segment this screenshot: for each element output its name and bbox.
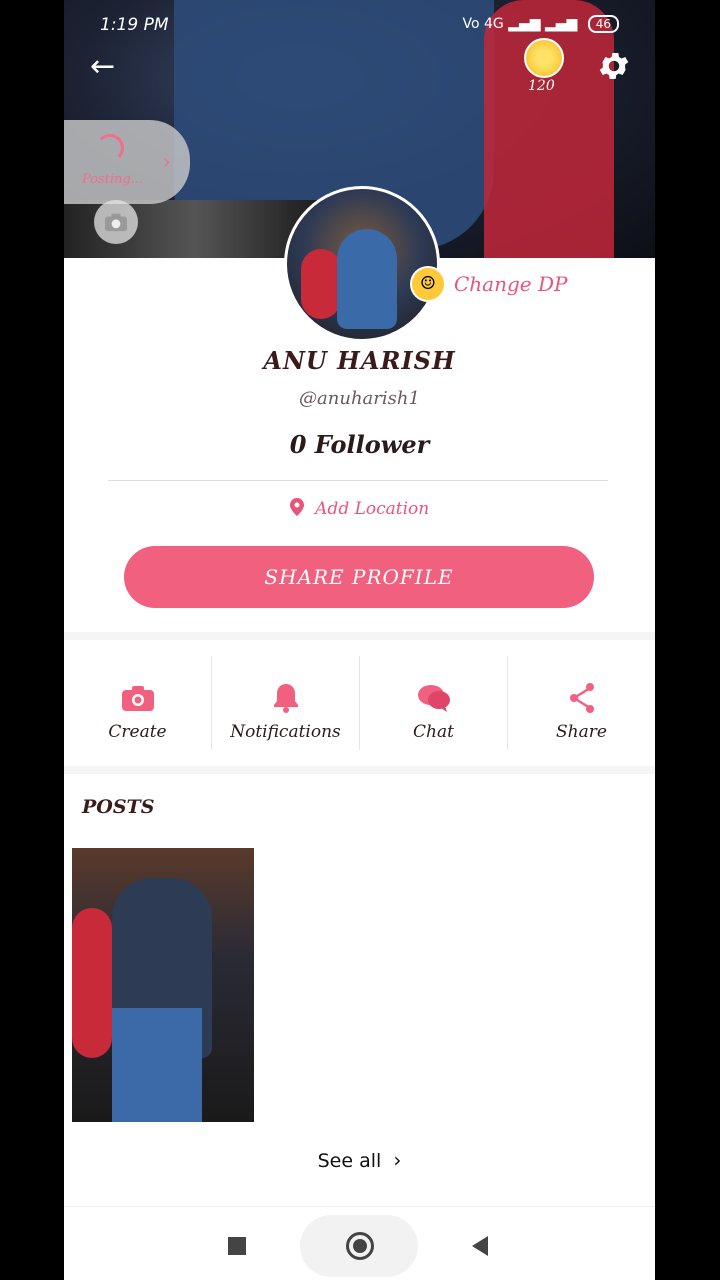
home-circle-icon[interactable] — [346, 1232, 374, 1260]
action-label: Share — [556, 722, 607, 742]
settings-gear-icon[interactable] — [596, 48, 632, 84]
system-nav-bar — [64, 1206, 655, 1280]
coin-icon[interactable] — [524, 38, 564, 78]
action-create[interactable]: Create — [64, 656, 211, 750]
posting-progress[interactable]: Posting... › — [64, 120, 190, 204]
signal-icon: ▂▄▆ ▂▄▆ — [508, 16, 578, 32]
section-divider — [64, 766, 655, 774]
loading-spinner-icon — [96, 134, 124, 162]
divider — [108, 480, 608, 481]
change-dp-label: Change DP — [454, 272, 568, 296]
add-location-link[interactable]: Add Location — [64, 498, 655, 519]
see-all-link[interactable]: See all › — [64, 1148, 655, 1172]
post-thumbnail[interactable] — [72, 848, 254, 1122]
status-time: 1:19 PM — [100, 15, 169, 35]
add-location-label: Add Location — [315, 499, 430, 519]
change-dp-button[interactable]: ☺ Change DP — [410, 266, 567, 302]
chevron-right-icon: › — [393, 1148, 402, 1172]
action-label: Create — [108, 722, 167, 742]
posts-title: POSTS — [82, 796, 155, 818]
profile-name: ANU HARISH — [263, 346, 456, 375]
posting-label: Posting... — [82, 172, 144, 187]
action-bar: Create Notifications Chat Share — [64, 656, 655, 750]
battery-icon: 46 — [587, 15, 619, 33]
profile-screen: 1:19 PM Vo 4G ▂▄▆ ▂▄▆ 46 ← 120 Posting..… — [64, 0, 655, 1280]
see-all-label: See all — [317, 1150, 382, 1172]
profile-handle: @anuharish1 — [299, 388, 420, 409]
section-divider — [64, 632, 655, 640]
follower-count[interactable]: 0 Follower — [64, 430, 655, 459]
edit-cover-camera-icon[interactable] — [94, 200, 138, 244]
recents-square-icon[interactable] — [228, 1237, 246, 1255]
camera-icon — [121, 686, 154, 711]
action-share[interactable]: Share — [507, 656, 655, 750]
network-indicator: Vo 4G — [462, 16, 504, 32]
back-triangle-icon[interactable] — [472, 1236, 488, 1256]
action-chat[interactable]: Chat — [359, 656, 507, 750]
action-label: Notifications — [230, 722, 341, 742]
coin-count: 120 — [528, 78, 555, 94]
action-notifications[interactable]: Notifications — [211, 656, 359, 750]
bell-icon — [273, 684, 298, 713]
chevron-right-icon: › — [162, 150, 171, 175]
profile-avatar[interactable] — [284, 186, 440, 342]
status-icons: Vo 4G ▂▄▆ ▂▄▆ 46 — [462, 15, 619, 33]
back-arrow-icon[interactable]: ← — [90, 52, 124, 86]
share-profile-button[interactable]: SHARE PROFILE — [124, 546, 594, 608]
location-pin-icon — [289, 498, 304, 516]
status-bar: 1:19 PM Vo 4G ▂▄▆ ▂▄▆ 46 — [64, 0, 655, 50]
share-icon — [569, 683, 594, 713]
smile-emoji-icon: ☺ — [410, 266, 446, 302]
chat-icon — [417, 685, 450, 712]
action-label: Chat — [413, 722, 454, 742]
